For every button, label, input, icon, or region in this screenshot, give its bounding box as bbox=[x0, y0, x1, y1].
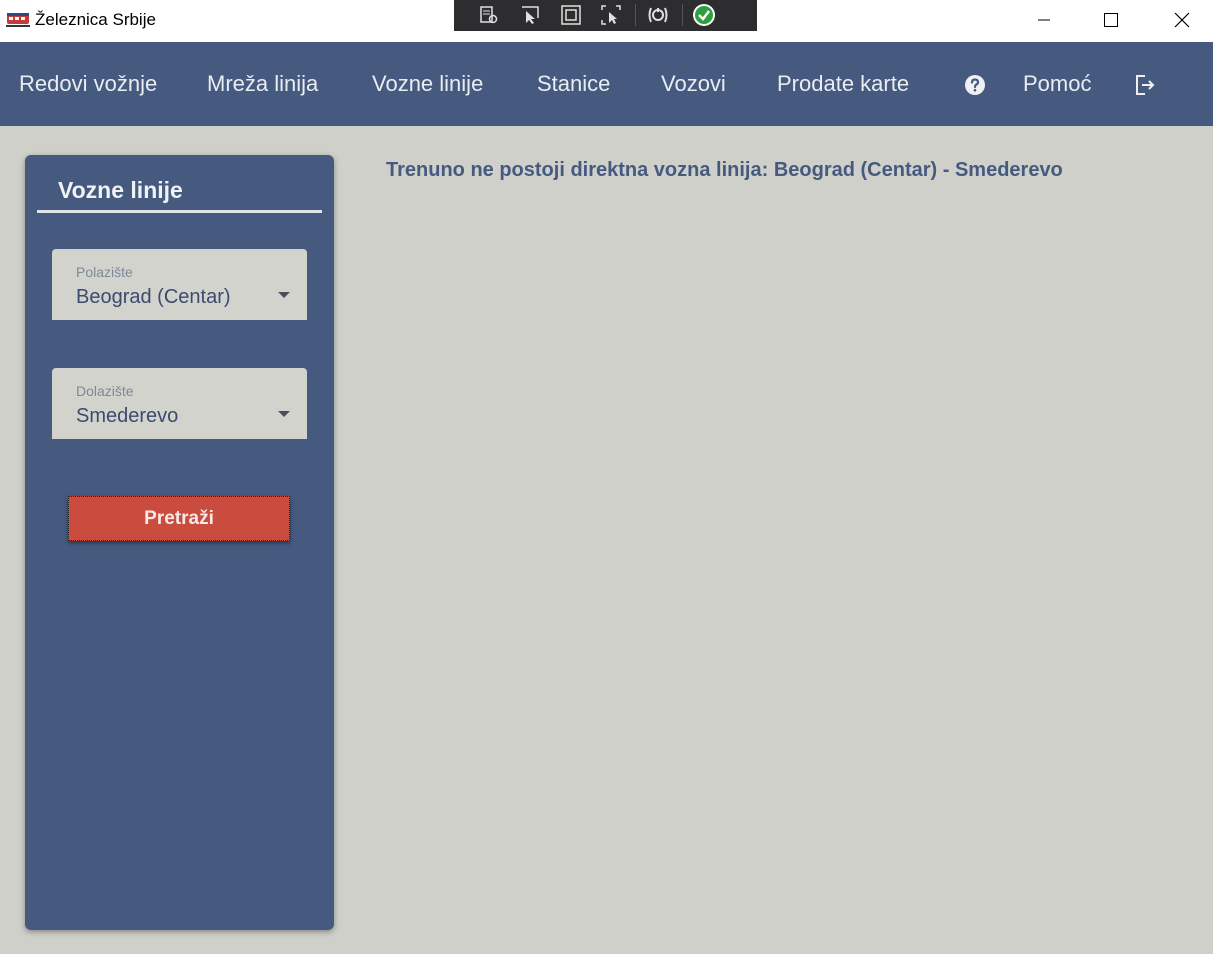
departure-label: Polazište bbox=[76, 264, 133, 280]
arrival-label: Dolazište bbox=[76, 383, 134, 399]
minimize-icon bbox=[1038, 19, 1050, 21]
select-element-icon[interactable] bbox=[517, 2, 543, 28]
nav-item-mreza-linija[interactable]: Mreža linija bbox=[207, 71, 318, 97]
search-panel: Vozne linije Polazište Beograd (Centar) … bbox=[25, 155, 334, 930]
nav-item-pomoc[interactable]: Pomoć bbox=[1023, 71, 1091, 97]
main-navbar: Redovi vožnje Mreža linija Vozne linije … bbox=[0, 42, 1213, 126]
maximize-icon bbox=[1104, 13, 1118, 27]
arrival-value: Smederevo bbox=[76, 405, 179, 427]
hot-reload-icon[interactable] bbox=[645, 2, 671, 28]
app-window: Železnica Srbije Redovi vožnje Mreža lin… bbox=[0, 0, 1213, 954]
departure-value: Beograd (Centar) bbox=[76, 286, 231, 308]
question-circle-icon[interactable] bbox=[964, 74, 986, 96]
no-direct-line-message: Trenuno ne postoji direktna vozna linija… bbox=[386, 159, 1063, 181]
chevron-down-icon bbox=[278, 411, 290, 417]
nav-item-prodate-karte[interactable]: Prodate karte bbox=[777, 71, 909, 97]
train-icon bbox=[6, 13, 30, 27]
debug-toolbar bbox=[454, 0, 757, 31]
binding-check-icon[interactable] bbox=[691, 2, 717, 28]
close-icon bbox=[1174, 12, 1190, 28]
chevron-down-icon bbox=[278, 292, 290, 298]
departure-combobox[interactable]: Polazište Beograd (Centar) bbox=[52, 249, 307, 322]
display-layout-adorners-icon[interactable] bbox=[558, 2, 584, 28]
track-focused-element-icon[interactable] bbox=[598, 2, 624, 28]
logout-icon[interactable] bbox=[1133, 73, 1157, 97]
minimize-button[interactable] bbox=[1021, 0, 1067, 40]
panel-title: Vozne linije bbox=[58, 177, 183, 203]
nav-item-vozne-linije[interactable]: Vozne linije bbox=[372, 71, 483, 97]
live-visual-tree-icon[interactable] bbox=[476, 2, 502, 28]
nav-item-stanice[interactable]: Stanice bbox=[537, 71, 610, 97]
window-title: Železnica Srbije bbox=[35, 10, 156, 29]
close-button[interactable] bbox=[1159, 0, 1205, 40]
arrival-combobox[interactable]: Dolazište Smederevo bbox=[52, 368, 307, 441]
nav-item-vozovi[interactable]: Vozovi bbox=[661, 71, 726, 97]
maximize-button[interactable] bbox=[1088, 0, 1134, 40]
search-button[interactable]: Pretraži bbox=[68, 496, 290, 541]
title-bar: Železnica Srbije bbox=[0, 0, 1213, 42]
nav-item-redovi-voznje[interactable]: Redovi vožnje bbox=[19, 71, 157, 97]
panel-title-divider bbox=[37, 210, 322, 213]
